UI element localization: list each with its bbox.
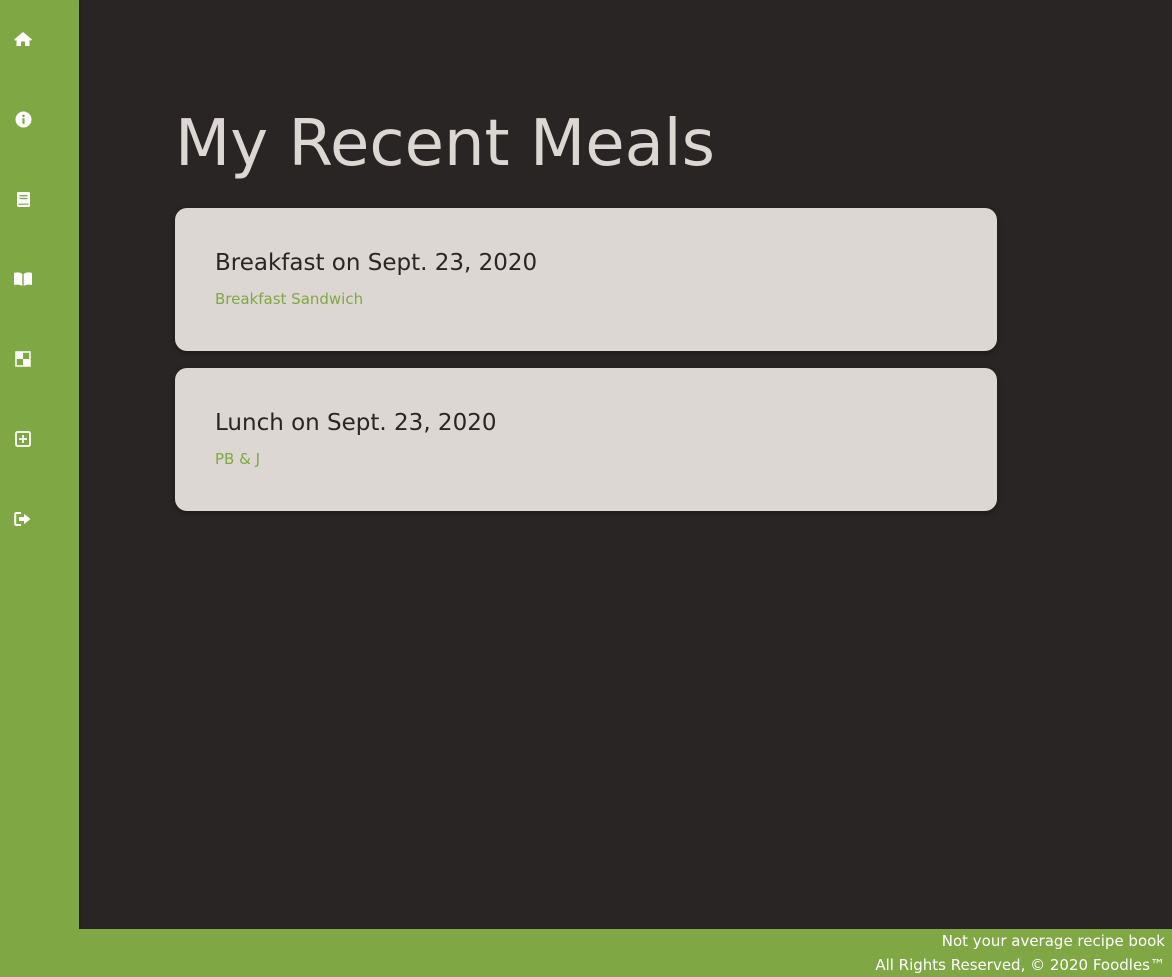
footer-tagline: Not your average recipe book [941, 932, 1165, 950]
sign-out-icon [14, 512, 31, 526]
plus-square-icon [15, 431, 31, 447]
main-content: My Recent Meals Breakfast on Sept. 23, 2… [79, 0, 1172, 929]
home-icon [14, 32, 32, 46]
info-icon [15, 111, 31, 127]
meal-title: Breakfast on Sept. 23, 2020 [215, 250, 538, 276]
sidebar [0, 0, 79, 977]
page-title: My Recent Meals [175, 107, 715, 181]
open-book-icon [14, 272, 32, 286]
sidebar-item-home[interactable] [11, 27, 35, 51]
sidebar-item-recipe-book[interactable] [11, 267, 35, 291]
checkerboard-icon [15, 351, 31, 367]
sidebar-item-recipes[interactable] [11, 187, 35, 211]
meal-title: Lunch on Sept. 23, 2020 [215, 410, 497, 436]
meal-card[interactable]: Breakfast on Sept. 23, 2020 Breakfast Sa… [175, 208, 997, 351]
footer: Not your average recipe book All Rights … [79, 929, 1172, 977]
book-icon [16, 191, 30, 207]
sidebar-item-logout[interactable] [11, 507, 35, 531]
sidebar-item-add[interactable] [11, 427, 35, 451]
sidebar-item-meals[interactable] [11, 347, 35, 371]
meal-recipe-link[interactable]: PB & J [215, 449, 260, 469]
sidebar-item-about[interactable] [11, 107, 35, 131]
meal-card[interactable]: Lunch on Sept. 23, 2020 PB & J [175, 368, 997, 511]
footer-copyright: All Rights Reserved, © 2020 Foodles™ [875, 956, 1165, 974]
meal-recipe-link[interactable]: Breakfast Sandwich [215, 289, 363, 309]
